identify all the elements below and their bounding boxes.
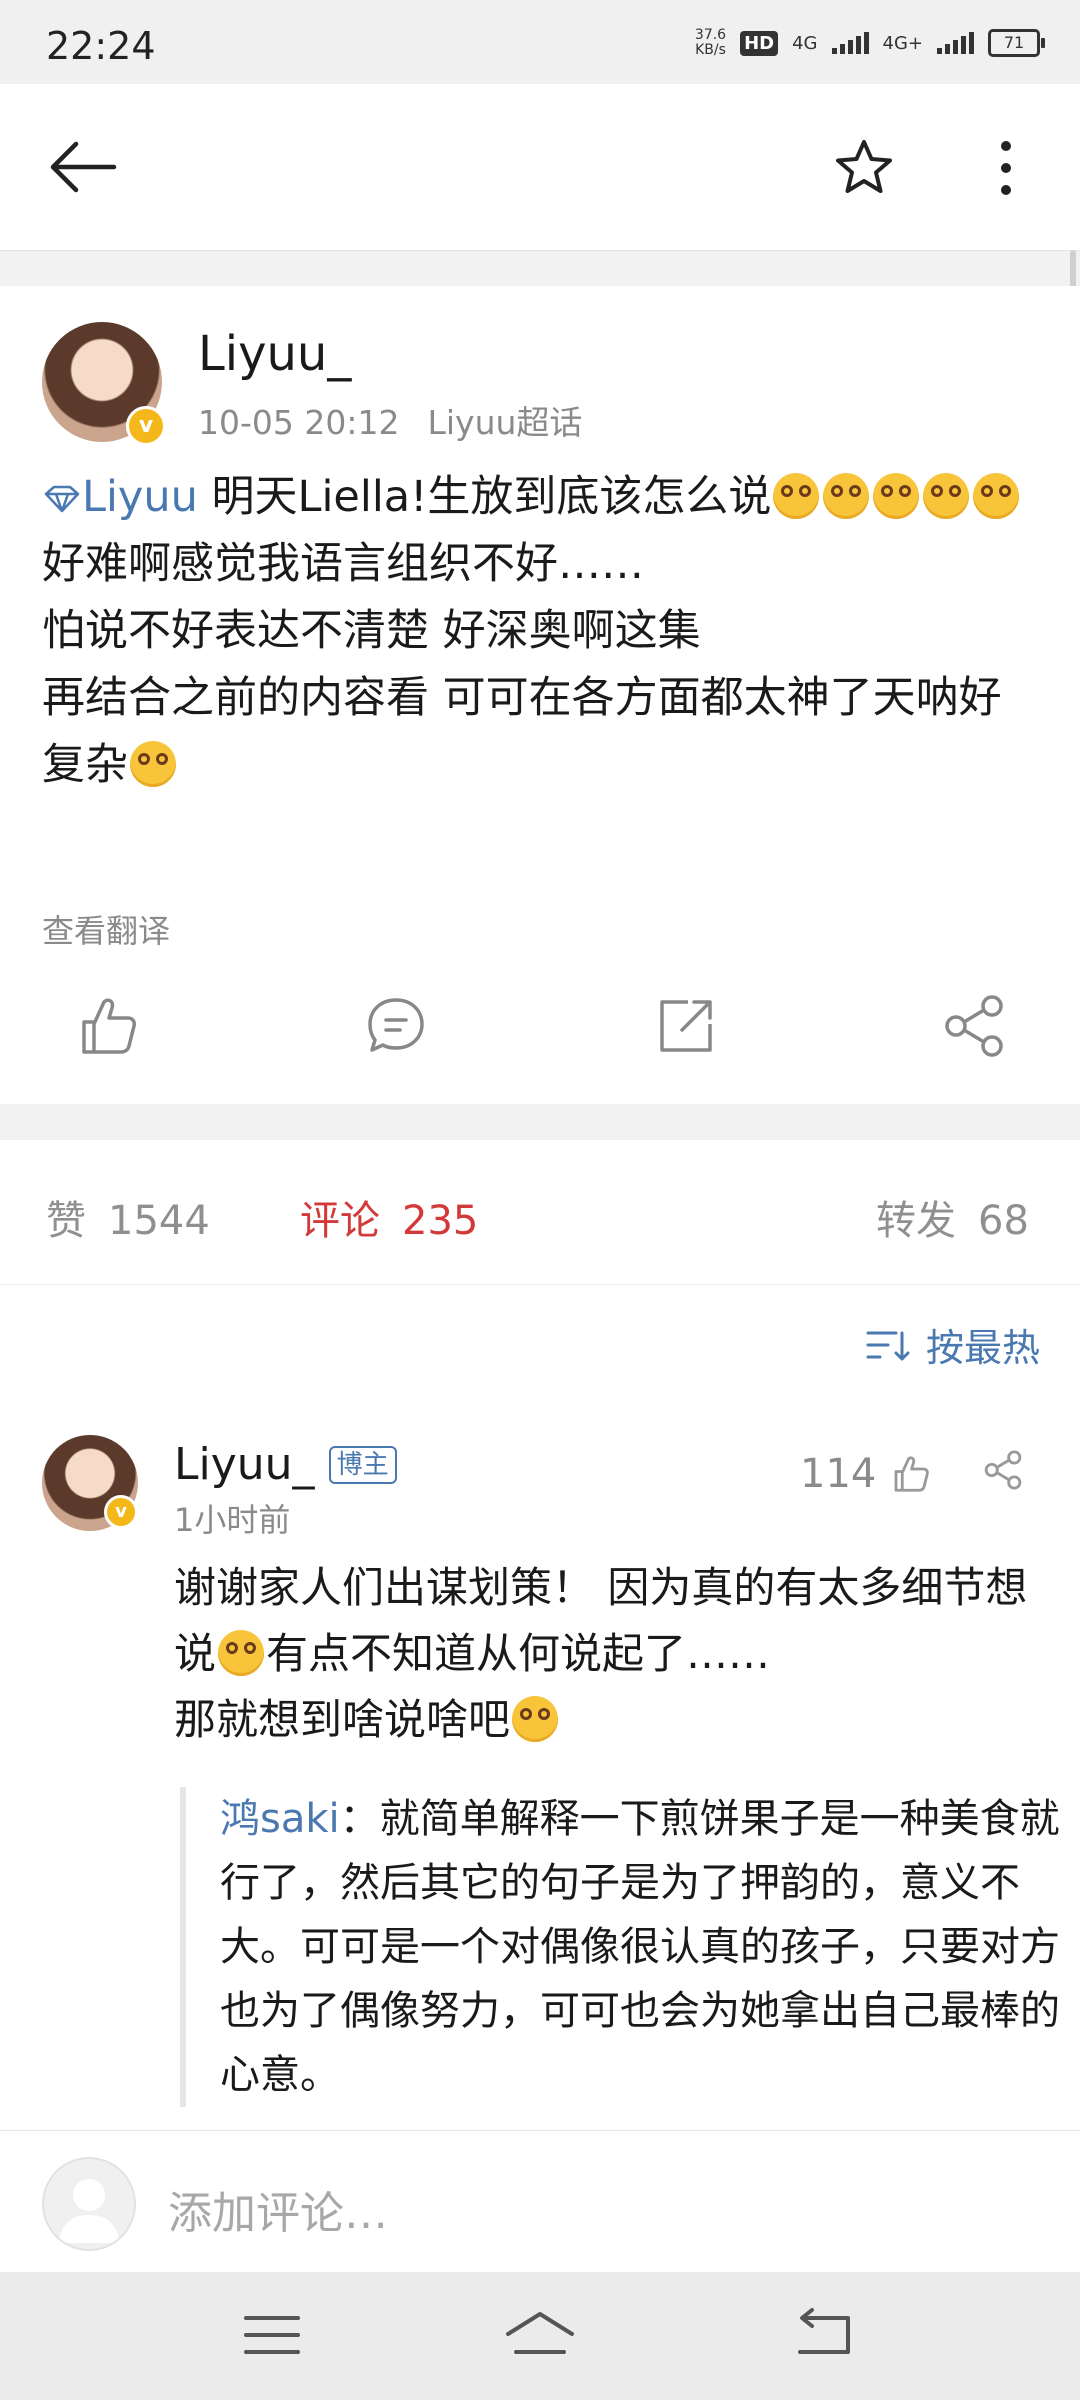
stats-tabs: 赞 1544 评论 235 转发 68 [0,1140,1080,1285]
verified-badge-icon: v [126,406,166,446]
comment-reply[interactable]: 鸿saki：就简单解释一下煎饼果子是一种美食就行了，然后其它的句子是为了押韵的，… [180,1787,1080,2107]
author-avatar[interactable]: v [42,322,166,446]
more-vertical-icon [1001,141,1011,195]
home-icon [506,2312,574,2354]
user-avatar [42,2157,136,2251]
post-text-line4: 再结合之前的内容看 可可在各方面都太神了天呐好复杂 [42,673,1002,790]
comment-input-bar: 添加评论… [0,2130,1080,2273]
battery-icon: 71 [988,29,1045,57]
status-time: 22:24 [46,24,156,68]
share-icon [945,995,1003,1057]
nav-home-button[interactable] [500,2302,580,2368]
sort-icon [866,1331,910,1360]
pleading-face-emoji-icon [512,1696,559,1742]
reply-text: ：就简单解释一下煎饼果子是一种美食就行了，然后其它的句子是为了押韵的，意义不大。… [220,1796,1060,2098]
comment-like-button[interactable]: 114 [800,1449,936,1499]
post-source[interactable]: Liyuu超话 [427,403,582,442]
dizzy-face-emoji-icon [923,473,970,519]
more-options-button[interactable] [986,136,1026,200]
post-meta: 10-05 20:12 Liyuu超话 [198,396,582,444]
share-button[interactable] [934,986,1014,1066]
star-icon [836,140,892,193]
hd-voice-icon: HD [740,30,779,56]
share-icon [984,1450,1022,1490]
reply-username[interactable]: 鸿saki [220,1796,340,1842]
nav-back-button[interactable] [786,2302,866,2368]
post-text-line1: 明天Liella!生放到底该怎么说 [197,472,772,522]
top-app-bar [0,84,1080,251]
post-text-line2: 好难啊感觉我语言组织不好…… [42,539,644,589]
menu-icon [244,2316,300,2354]
reposts-count: 68 [978,1198,1029,1244]
post-content: Liyuu 明天Liella!生放到底该怎么说 好难啊感觉我语言组织不好…… 怕… [42,464,1042,799]
post-card: v Liyuu_ 10-05 20:12 Liyuu超话 Liyuu 明天Liel… [0,286,1080,1104]
like-icon [82,998,136,1054]
dizzy-face-emoji-icon [130,741,176,787]
signal-icon [831,32,869,54]
comment-time: 1小时前 [174,1501,291,1539]
dizzy-face-emoji-icon [218,1630,265,1676]
comment-share-button[interactable] [978,1445,1028,1495]
translate-link[interactable]: 查看翻译 [42,906,170,952]
comment-icon [368,998,424,1052]
signal-icon-2 [937,32,974,54]
tab-likes[interactable]: 赞 1544 [46,1188,210,1246]
comment-username[interactable]: Liyuu_ [174,1439,315,1490]
status-bar: 22:24 37.6 KB/s HD 4G 4G+ 71 [0,0,1080,84]
dizzy-face-emoji-icon [773,473,820,519]
tab-comments[interactable]: 评论 235 [300,1188,478,1246]
comment-text: 谢谢家人们出谋划策！ 因为真的有太多细节想说 有点不知道从何说起了…… 那就想到啥… [174,1563,1028,1744]
author-name[interactable]: Liyuu_ [198,326,351,382]
back-icon [798,2308,850,2354]
post-action-bar [0,986,1080,1086]
tab-reposts[interactable]: 转发 68 [876,1188,1029,1246]
status-icons: 37.6 KB/s HD 4G 4G+ 71 [694,27,1045,58]
repost-icon [660,1000,712,1052]
dizzy-face-emoji-icon [873,473,920,519]
back-button[interactable] [48,140,118,194]
post-text-line3: 怕说不好表达不清楚 好深奥啊这集 [42,606,701,656]
comment-avatar[interactable]: v [42,1435,138,1531]
comment-button[interactable] [356,986,436,1066]
verified-badge-icon: v [104,1495,138,1529]
topic-link[interactable]: Liyuu [42,472,198,522]
comment-author: Liyuu_ 博主 [174,1439,397,1490]
like-button[interactable] [68,986,148,1066]
nav-menu-button[interactable] [232,2302,312,2368]
arrow-left-icon [50,141,117,193]
repost-button[interactable] [646,986,726,1066]
sort-button[interactable]: 按最热 [866,1317,1040,1372]
like-icon [894,1456,930,1492]
author-badge: 博主 [328,1445,397,1484]
favorite-button[interactable] [832,136,896,200]
comments-section: 按最热 v Liyuu_ 博主 1小时前 114 谢谢家人们出谋划策！ 因为真的… [0,1285,1080,2130]
likes-count: 1544 [108,1198,210,1244]
system-nav-bar [0,2272,1080,2400]
comment-input[interactable]: 添加评论… [168,2177,388,2241]
network-4g-plus-label: 4G+ [882,32,923,54]
default-avatar-icon [58,2179,120,2243]
post-timestamp: 10-05 20:12 [198,403,400,442]
dizzy-face-emoji-icon [973,473,1020,519]
diamond-icon [44,485,80,513]
dizzy-face-emoji-icon [823,473,870,519]
comments-count: 235 [402,1198,479,1244]
comment-like-count: 114 [800,1451,877,1497]
network-4g-label: 4G [792,32,818,54]
network-speed: 37.6 KB/s [694,27,727,58]
